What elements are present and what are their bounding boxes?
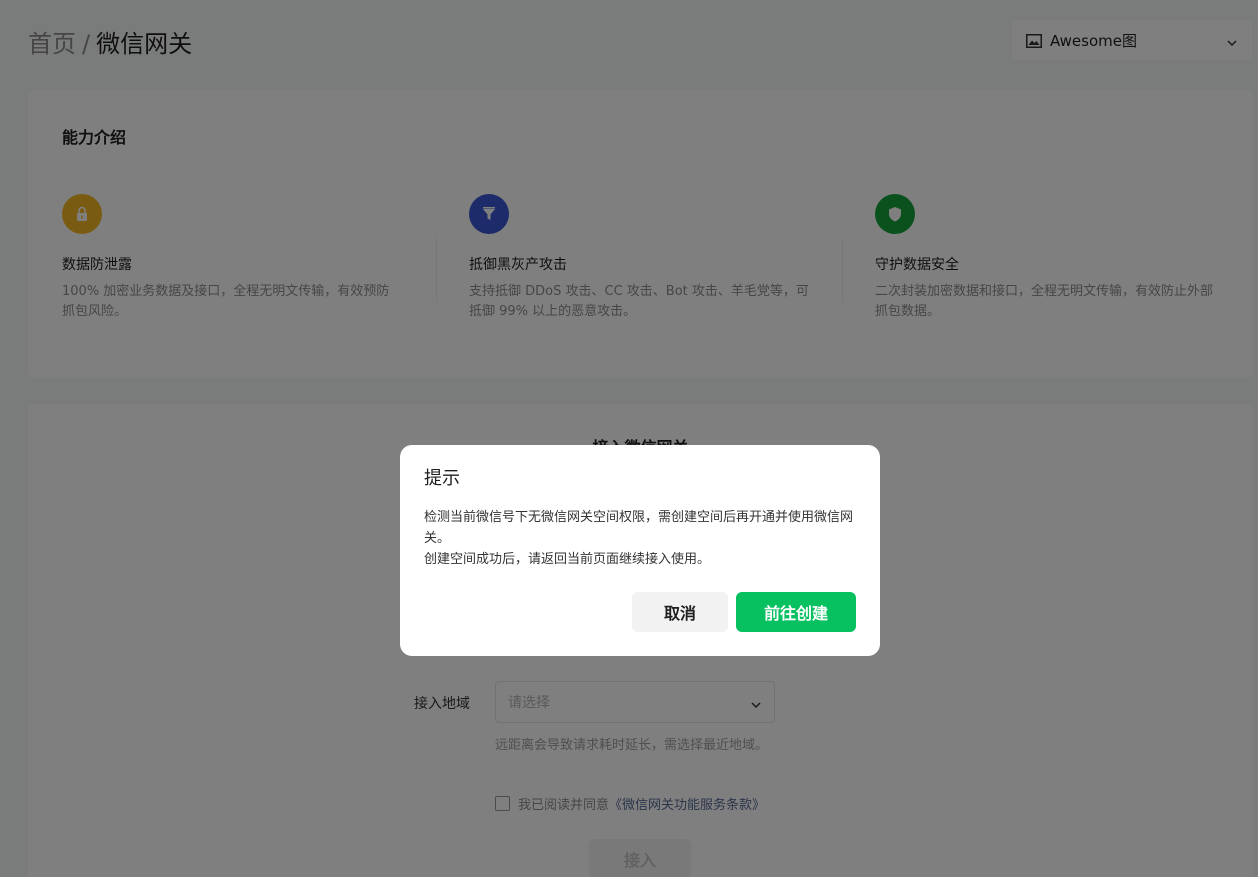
dialog-actions: 取消 前往创建	[632, 592, 856, 632]
page: 首页/微信网关 Awesome图 能力介绍 数据防泄露 100% 加密业务数据及…	[0, 0, 1258, 877]
prompt-dialog: 提示 检测当前微信号下无微信网关空间权限，需创建空间后再开通并使用微信网关。 创…	[400, 445, 880, 656]
cancel-button[interactable]: 取消	[632, 592, 728, 632]
modal-mask[interactable]	[0, 0, 1258, 877]
dialog-message-line: 创建空间成功后，请返回当前页面继续接入使用。	[424, 552, 711, 567]
dialog-title: 提示	[424, 468, 460, 489]
dialog-message: 检测当前微信号下无微信网关空间权限，需创建空间后再开通并使用微信网关。 创建空间…	[424, 507, 856, 570]
go-create-button[interactable]: 前往创建	[736, 592, 856, 632]
dialog-message-line: 检测当前微信号下无微信网关空间权限，需创建空间后再开通并使用微信网关。	[424, 510, 854, 546]
